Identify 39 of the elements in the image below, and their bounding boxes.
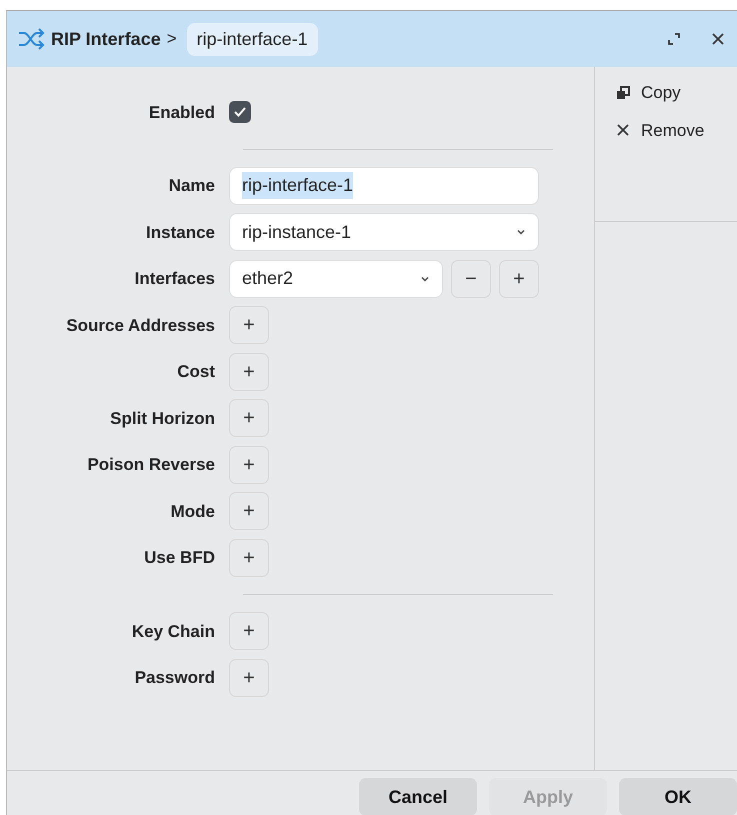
- dropdown[interactable]: rip-instance-1: [229, 213, 539, 252]
- remove-button[interactable]: −: [451, 260, 491, 298]
- add-button[interactable]: +: [229, 492, 269, 530]
- field-label: Split Horizon: [109, 408, 216, 430]
- dialog-button[interactable]: Cancel: [359, 778, 477, 815]
- field-label: Poison Reverse: [86, 454, 216, 476]
- dropdown[interactable]: ether2: [229, 260, 443, 298]
- window-title: RIP Interface: [51, 28, 161, 50]
- add-button[interactable]: +: [229, 352, 269, 391]
- item-name-chip: rip-interface-1: [186, 22, 318, 56]
- add-button[interactable]: +: [229, 612, 269, 650]
- checkbox[interactable]: [229, 101, 251, 124]
- add-button[interactable]: +: [229, 399, 269, 438]
- add-button[interactable]: +: [229, 538, 269, 577]
- field-label: Source Addresses: [65, 314, 216, 336]
- field-label: Instance: [145, 222, 216, 244]
- field-label: Password: [134, 667, 216, 689]
- dialog-button[interactable]: OK: [619, 778, 737, 815]
- add-button[interactable]: +: [229, 658, 269, 697]
- copy-icon: [615, 84, 631, 101]
- name-field[interactable]: rip-interface-1: [229, 166, 539, 205]
- field-label: Interfaces: [134, 268, 216, 290]
- field-label: Cost: [176, 361, 216, 383]
- expand-icon[interactable]: [667, 32, 681, 46]
- checkmark-icon: [233, 106, 247, 118]
- shuffle-icon: [17, 27, 45, 51]
- breadcrumb-separator: >: [166, 28, 177, 50]
- add-button[interactable]: +: [229, 306, 269, 344]
- remove-button[interactable]: Remove: [615, 114, 737, 146]
- field-label: Enabled: [148, 102, 216, 124]
- copy-button[interactable]: Copy: [615, 77, 737, 108]
- field-label: Name: [168, 175, 216, 197]
- field-label: Key Chain: [130, 620, 216, 642]
- add-button[interactable]: +: [499, 260, 539, 298]
- add-button[interactable]: +: [229, 446, 269, 484]
- field-label: Use BFD: [143, 547, 216, 569]
- field-label: Mode: [170, 500, 216, 522]
- close-icon: [615, 122, 631, 138]
- close-icon[interactable]: [711, 32, 725, 46]
